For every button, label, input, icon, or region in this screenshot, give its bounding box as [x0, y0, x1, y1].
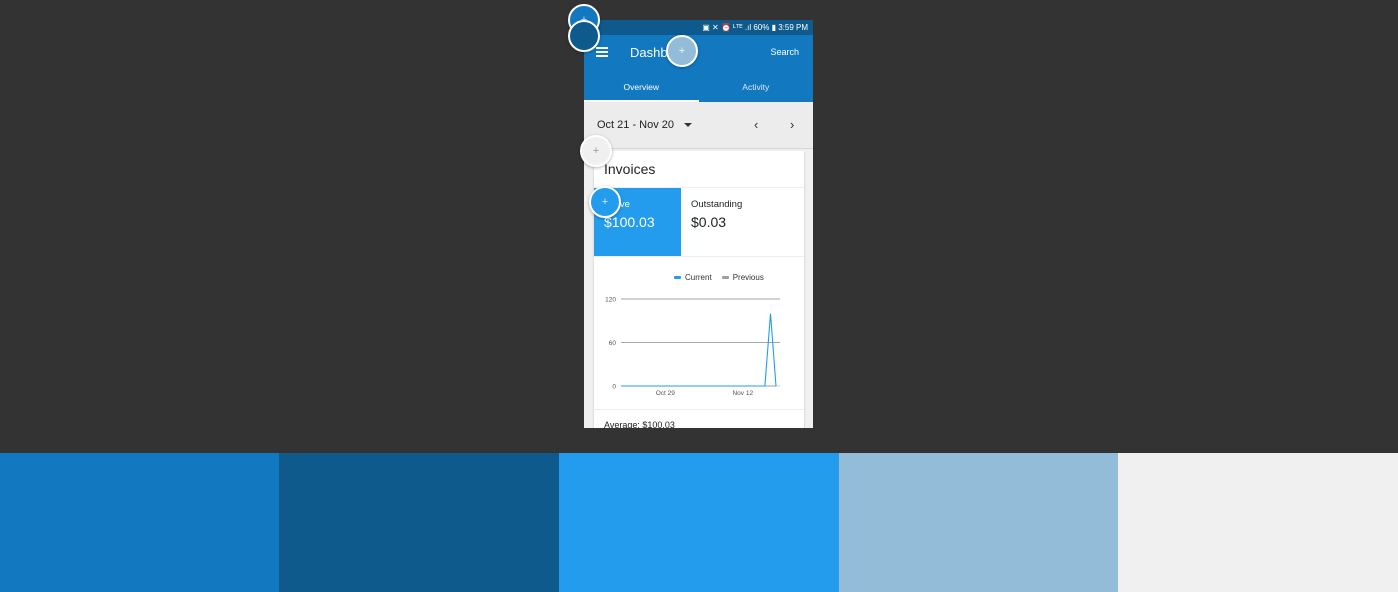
series-line-current: [621, 313, 777, 387]
divider: [594, 256, 804, 257]
date-range-bar: Oct 21 - Nov 20 ‹ ›: [584, 102, 813, 149]
average-text: Average: $100.03: [604, 420, 675, 428]
invoice-chart: Current Previous 0 60 120 Oct 29 Nov 12: [594, 261, 804, 409]
app-bar: Dashboard Search: [584, 35, 813, 71]
touch-indicator: +: [589, 186, 621, 218]
touch-indicator: +: [580, 135, 612, 167]
chart-plot: 0 60 120 Oct 29 Nov 12: [605, 297, 780, 397]
chevron-right-icon[interactable]: ›: [790, 117, 794, 132]
kpi-value: $0.03: [691, 214, 727, 230]
kpi-outstanding[interactable]: Outstanding $0.03: [681, 188, 804, 256]
touch-indicator: [568, 20, 600, 52]
palette-swatch: [559, 453, 839, 592]
legend-label: Current: [685, 273, 712, 282]
search-button[interactable]: Search: [770, 47, 799, 57]
palette-swatch: [1118, 453, 1398, 592]
dropdown-caret-icon[interactable]: [684, 123, 692, 127]
divider: [594, 409, 804, 410]
legend-label: Previous: [732, 273, 764, 282]
palette-swatch: [0, 453, 279, 592]
color-palette: [0, 453, 1398, 592]
phone-screen: ▣ ✕ ⏰ ᴸᵀᴱ .ıl 60% ▮ 3:59 PM Dashboard Se…: [584, 20, 813, 428]
x-tick-label: Nov 12: [732, 390, 753, 397]
kpi-label: Outstanding: [691, 199, 743, 210]
touch-indicator: +: [666, 35, 698, 67]
chevron-left-icon[interactable]: ‹: [754, 117, 758, 132]
chart-legend: Current Previous: [674, 273, 764, 282]
card-title: Invoices: [604, 161, 656, 177]
legend-swatch: [674, 276, 681, 279]
date-range-selector[interactable]: Oct 21 - Nov 20: [597, 119, 674, 131]
palette-swatch: [279, 453, 559, 592]
y-tick-label: 60: [609, 340, 617, 347]
tab-activity[interactable]: Activity: [699, 71, 814, 102]
y-tick-label: 0: [612, 384, 616, 391]
legend-swatch: [721, 276, 729, 279]
tab-bar: Overview Activity: [584, 71, 813, 102]
hamburger-menu-icon[interactable]: [596, 47, 608, 57]
status-bar: ▣ ✕ ⏰ ᴸᵀᴱ .ıl 60% ▮ 3:59 PM: [584, 20, 813, 35]
status-text: ▣ ✕ ⏰ ᴸᵀᴱ .ıl 60% ▮ 3:59 PM: [702, 23, 808, 32]
screen: ▣ ✕ ⏰ ᴸᵀᴱ .ıl 60% ▮ 3:59 PM Dashboard Se…: [0, 0, 1398, 592]
palette-swatch: [839, 453, 1118, 592]
x-tick-label: Oct 29: [656, 390, 676, 397]
tab-overview[interactable]: Overview: [584, 71, 699, 102]
legend-item-current: Current: [674, 273, 712, 282]
legend-item-previous: Previous: [721, 273, 764, 282]
invoices-card: Invoices Active $100.03 Outstanding $0.0…: [594, 151, 804, 428]
y-tick-label: 120: [605, 297, 616, 304]
